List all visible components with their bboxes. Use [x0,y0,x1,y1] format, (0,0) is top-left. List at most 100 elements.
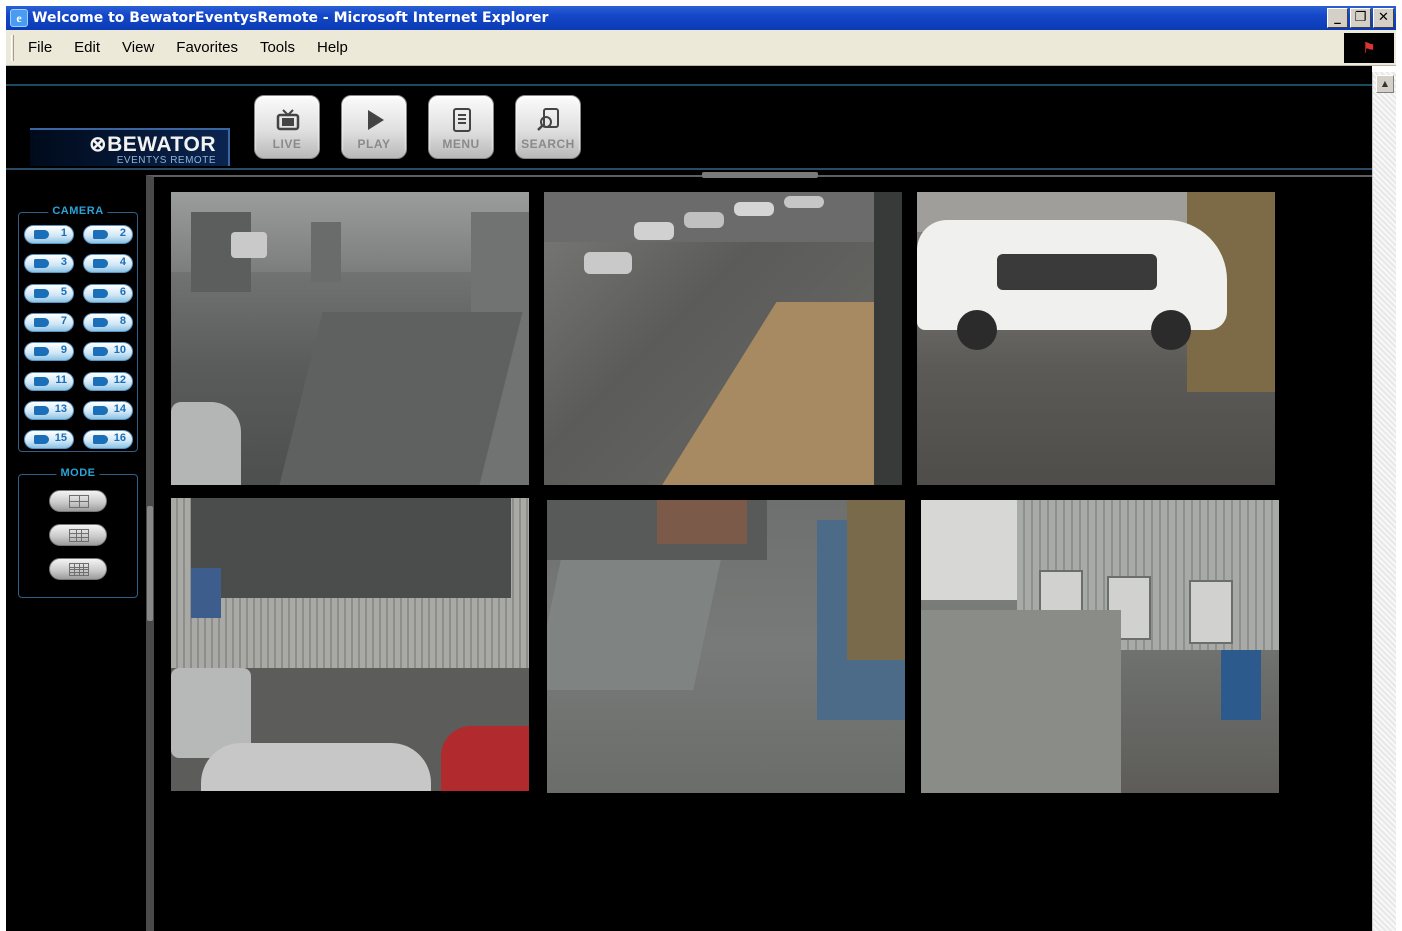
camera-button-15[interactable]: 15 [24,430,74,450]
cam-feed-5[interactable] [547,500,905,793]
camera-icon [34,435,49,445]
camera-icon [34,376,49,386]
mode-4x4-button[interactable] [49,558,107,580]
live-button[interactable]: LIVE [254,95,320,159]
camera-button-3[interactable]: 3 [24,254,74,274]
camera-button-16[interactable]: 16 [83,430,133,450]
header-divider [6,84,1372,86]
camera-button-9[interactable]: 9 [24,342,74,362]
menu-tools[interactable]: Tools [260,39,295,56]
menu-view[interactable]: View [122,39,154,56]
camera-icon [34,405,49,415]
restore-button[interactable]: ❐ [1350,8,1371,28]
camera-button-8[interactable]: 8 [83,312,133,332]
camera-button-label: 3 [60,256,67,269]
camera-button-label: 1 [60,227,67,239]
search-doc-icon [536,108,562,132]
camera-button-label: 9 [60,344,67,357]
camera-button-label: 7 [60,314,67,327]
menu-button[interactable]: MENU [428,95,494,159]
grid-4-icon [69,495,89,508]
camera-button-6[interactable]: 6 [83,283,133,303]
camera-button-label: 12 [113,373,126,386]
vertical-scrollbar[interactable]: ▲ [1372,72,1396,931]
toolbar-divider [6,168,1372,170]
toolbar-grip[interactable] [11,34,14,61]
menu-file[interactable]: File [28,39,52,56]
minimize-button[interactable]: _ [1327,8,1348,28]
camera-button-label: 4 [119,256,126,269]
camera-button-1[interactable]: 1 [24,225,74,244]
brand-subtitle: EVENTYS REMOTE [116,155,216,166]
camera-icon [93,317,108,327]
camera-button-14[interactable]: 14 [83,400,133,420]
cam-feed-3[interactable] [917,192,1275,485]
camera-icon [34,347,49,357]
page-viewport: ⊗BEWATOR EVENTYS REMOTE LIVE PLAY MENU S… [6,66,1372,931]
camera-button-4[interactable]: 4 [83,254,133,274]
mode-3x3-button[interactable] [49,524,107,546]
mode-2x2-button[interactable] [49,490,107,512]
play-button-label: PLAY [357,137,391,151]
camera-button-label: 10 [113,344,126,357]
search-button[interactable]: SEARCH [515,95,581,159]
tv-icon [275,108,301,132]
camera-icon [93,230,108,239]
close-button[interactable]: ✕ [1373,8,1394,28]
camera-button-12[interactable]: 12 [83,371,133,391]
camera-icon [93,435,108,445]
camera-icon [93,288,108,298]
live-button-label: LIVE [272,137,302,151]
camera-icon [34,259,49,269]
menu-help[interactable]: Help [317,39,348,56]
window-title: Welcome to BewatorEventysRemote - Micros… [32,10,549,26]
left-resize-handle[interactable] [147,506,153,621]
search-button-label: SEARCH [521,137,575,151]
camera-button-label: 15 [54,432,67,445]
camera-button-2[interactable]: 2 [83,225,133,244]
camera-icon [93,259,108,269]
camera-button-5[interactable]: 5 [24,283,74,303]
cam-feed-2[interactable] [544,192,902,485]
grid-9-icon [69,529,89,542]
cam-feed-4[interactable] [171,498,529,791]
camera-icon [93,405,108,415]
camera-button-label: 8 [119,314,126,327]
menu-button-label: MENU [442,137,480,151]
brand-name: ⊗BEWATOR [89,133,216,156]
play-button[interactable]: PLAY [341,95,407,159]
window-controls: _ ❐ ✕ [1327,8,1394,28]
play-icon [362,108,388,132]
grid-16-icon [69,563,89,576]
menu-edit[interactable]: Edit [74,39,100,56]
camera-button-13[interactable]: 13 [24,400,74,420]
cam-feed-1[interactable] [171,192,529,485]
menu-favorites[interactable]: Favorites [176,39,238,56]
camera-button-7[interactable]: 7 [24,312,74,332]
scroll-up-arrow-icon[interactable]: ▲ [1376,75,1394,93]
camera-button-label: 5 [60,285,67,298]
camera-icon [34,288,49,298]
camera-button-label: 11 [55,373,67,386]
camera-button-11[interactable]: 11 [24,371,74,391]
cam-feed-6[interactable] [921,500,1279,793]
camera-icon [93,376,108,386]
camera-button-label: 13 [54,402,67,415]
camera-icon [93,347,108,357]
camera-group-title: CAMERA [48,205,108,217]
bewator-logo: ⊗BEWATOR EVENTYS REMOTE [30,128,230,166]
ie-page-icon: e [10,9,28,27]
menu-bar: File Edit View Favorites Tools Help ⚑ [6,30,1396,66]
camera-button-label: 16 [113,432,126,445]
camera-icon [34,230,49,239]
camera-button-label: 14 [113,402,126,415]
camera-button-label: 6 [119,285,126,298]
camera-button-10[interactable]: 10 [83,342,133,362]
windows-flag-icon: ⚑ [1344,33,1394,63]
top-resize-handle[interactable] [702,172,818,178]
camera-icon [34,317,49,327]
camera-button-label: 2 [119,227,126,239]
menu-list-icon [449,108,475,132]
window-titlebar: e Welcome to BewatorEventysRemote - Micr… [6,6,1396,30]
mode-group-title: MODE [56,467,100,479]
